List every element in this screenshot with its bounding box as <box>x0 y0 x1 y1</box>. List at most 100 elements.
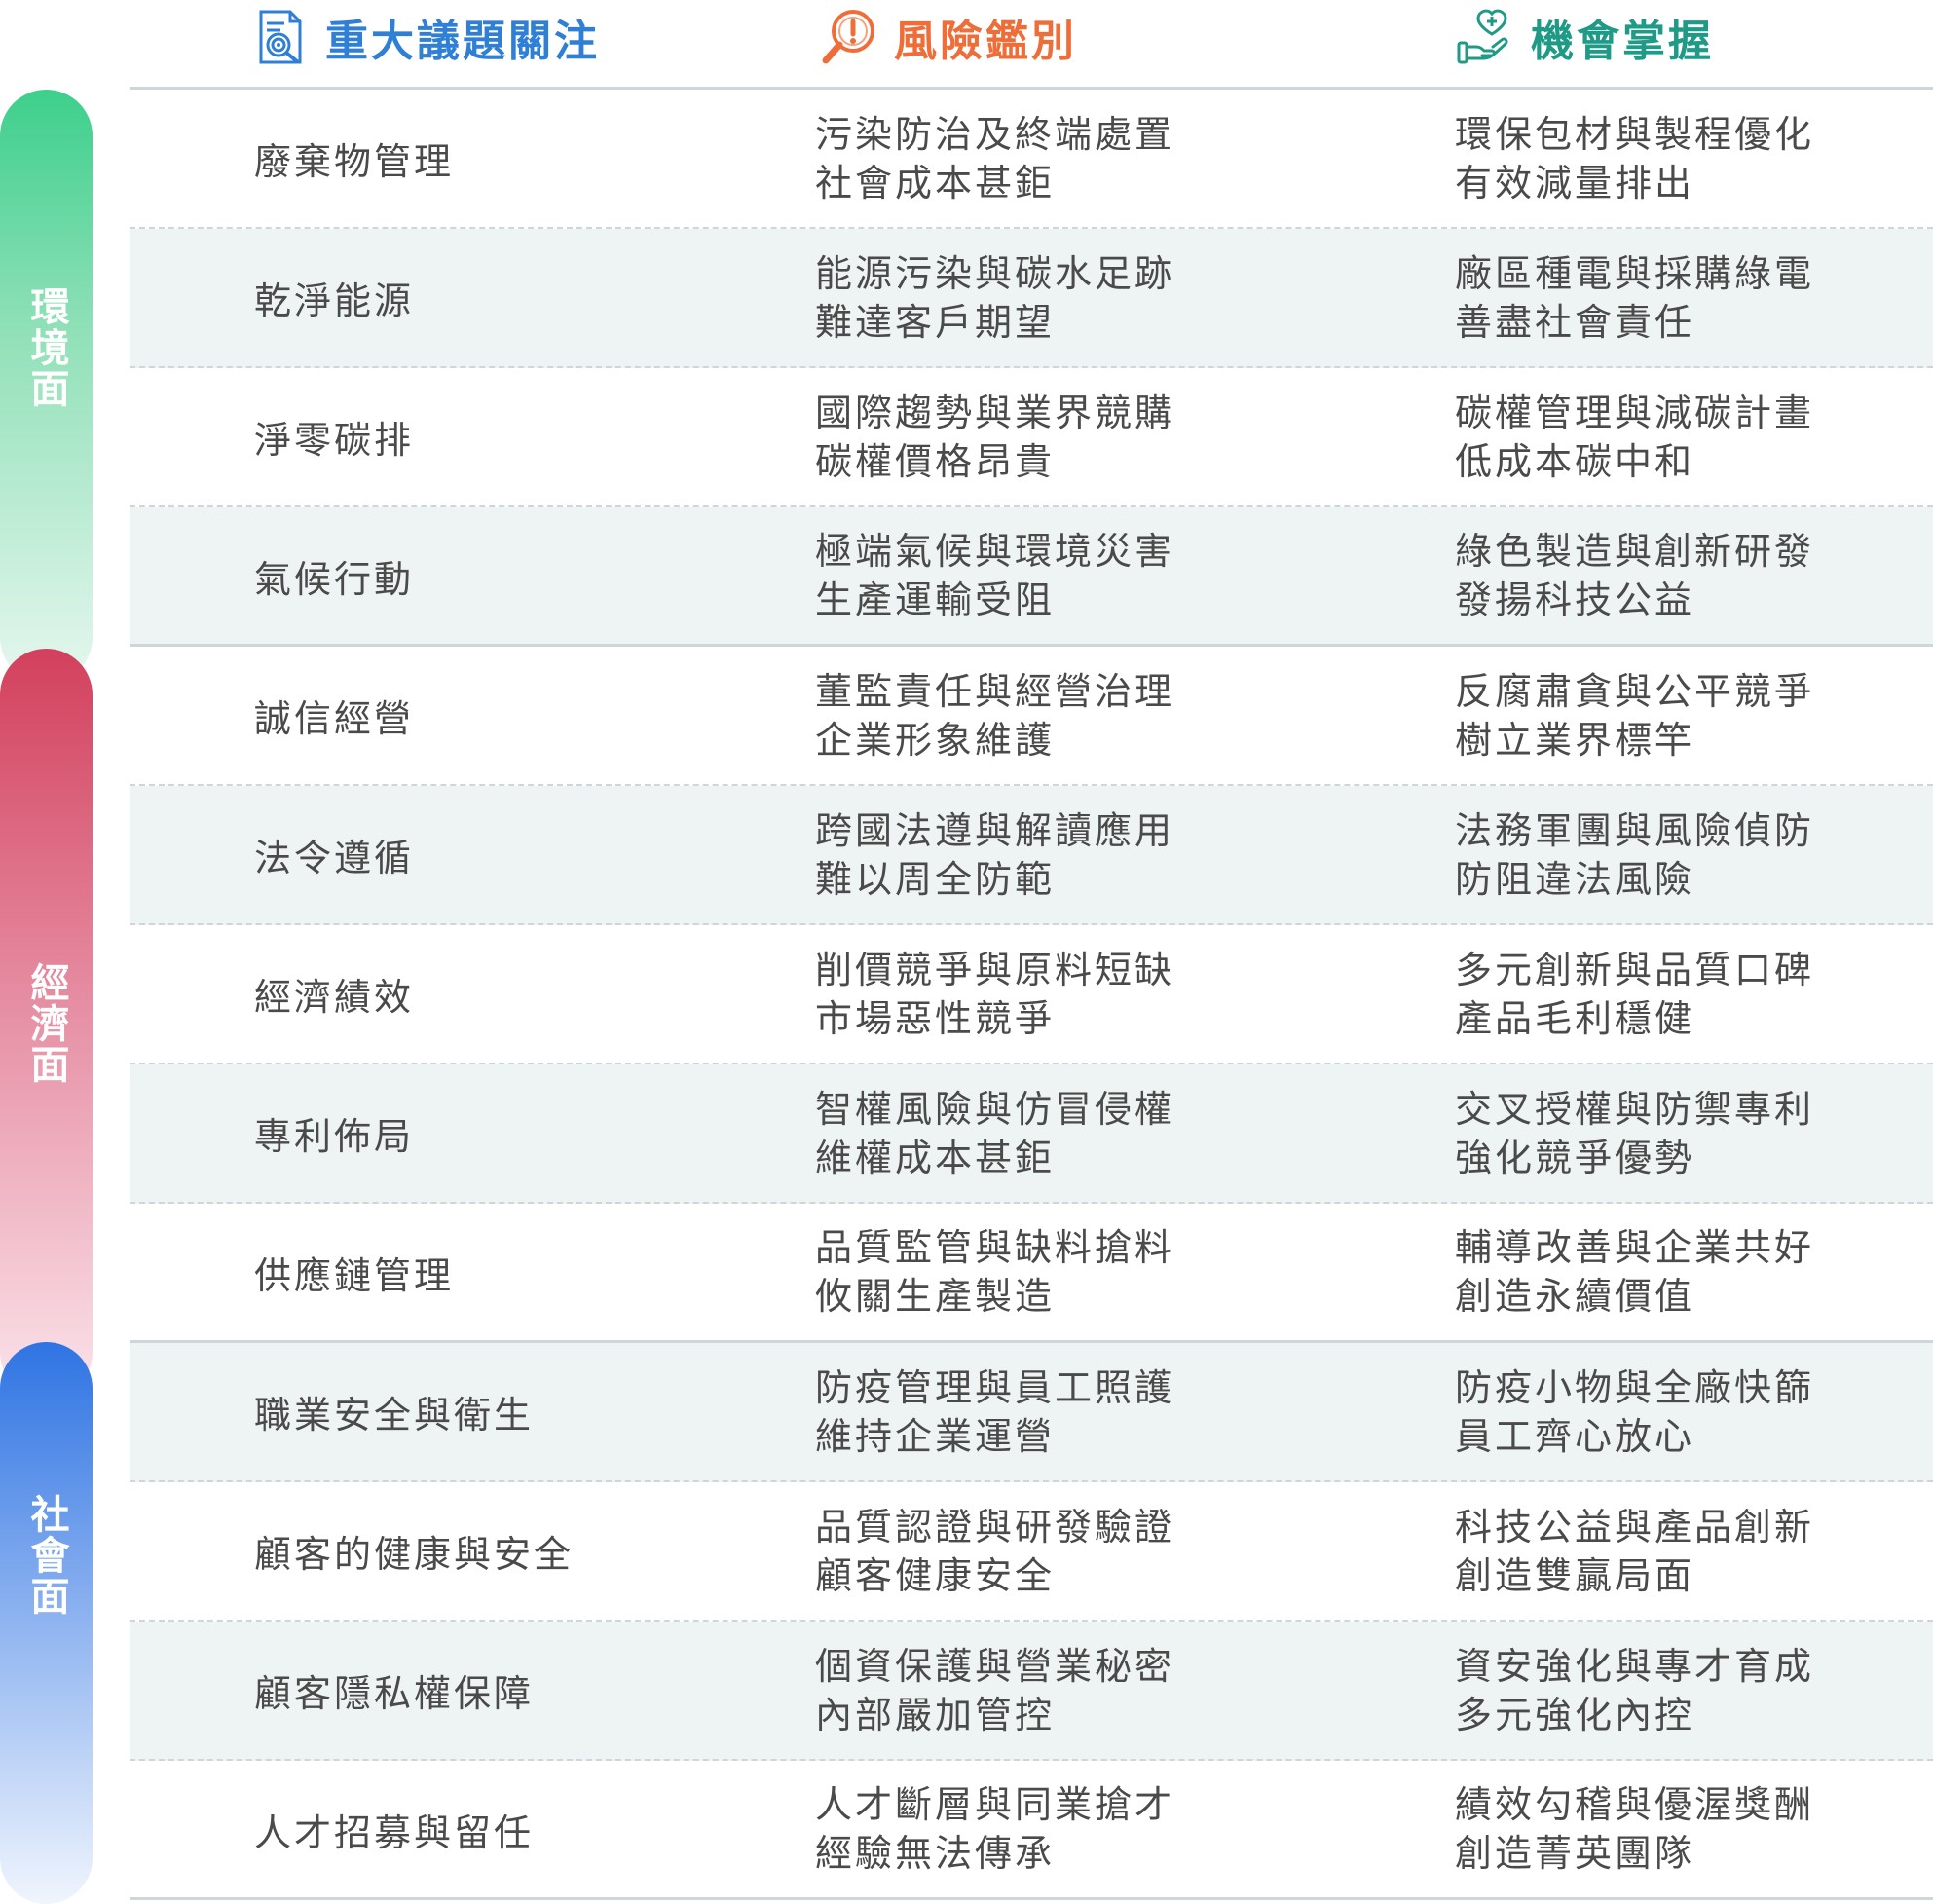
opportunity-line: 交叉授權與防禦專利 <box>1455 1087 1815 1131</box>
opportunity-cell: 碳權管理與減碳計畫 低成本碳中和 <box>1455 368 1814 505</box>
category-environment-label: 環境面 <box>23 286 69 409</box>
category-economy-label: 經濟面 <box>23 962 69 1085</box>
opportunity-line: 廠區種電與採購綠電 <box>1455 251 1815 295</box>
table-row: 供應鏈管理 品質監管與缺料搶料 攸關生產製造 輔導改善與企業共好 創造永續價值 <box>130 1204 1933 1343</box>
table-row: 職業安全與衛生 防疫管理與員工照護 維持企業運營 防疫小物與全廠快篩 員工齊心放心 <box>130 1343 1933 1482</box>
opportunity-cell: 反腐肅貪與公平競爭 樹立業界標竿 <box>1455 647 1814 784</box>
topic-cell: 氣候行動 <box>254 557 415 601</box>
topic-cell: 專利佈局 <box>254 1115 415 1158</box>
topic-cell: 乾淨能源 <box>254 280 415 322</box>
topic-cell: 誠信經營 <box>254 697 415 740</box>
risk-line: 難以周全防範 <box>815 857 1056 901</box>
risk-cell: 品質認證與研發驗證 顧客健康安全 <box>815 1482 1174 1620</box>
opportunity-line: 績效勾稽與優渥獎酬 <box>1455 1783 1815 1826</box>
category-economy-bar: 經濟面 <box>0 649 93 1399</box>
table-row: 人才招募與留任 人才斷層與同業搶才 經驗無法傳承 績效勾稽與優渥獎酬 創造菁英團隊 <box>130 1761 1933 1900</box>
topic-cell: 廢棄物管理 <box>254 140 455 183</box>
risk-line: 極端氣候與環境災害 <box>815 530 1175 573</box>
warning-magnifier-icon <box>822 10 874 64</box>
opportunity-line: 輔導改善與企業共好 <box>1455 1226 1815 1269</box>
table-row: 氣候行動 極端氣候與環境災害 生產運輸受阻 綠色製造與創新研發 發揚科技公益 <box>130 507 1933 647</box>
category-society-bar: 社會面 <box>0 1342 93 1904</box>
risk-cell: 能源污染與碳水足跡 難達客戶期望 <box>815 229 1174 366</box>
opportunity-cell: 防疫小物與全廠快篩 員工齊心放心 <box>1455 1343 1814 1480</box>
table-header: 重大議題關注 風險鑑別 機會掌握 <box>0 0 1933 88</box>
risk-cell: 人才斷層與同業搶才 經驗無法傳承 <box>815 1761 1174 1897</box>
risk-line: 顧客健康安全 <box>815 1553 1056 1597</box>
risk-line: 社會成本甚鉅 <box>815 161 1056 205</box>
opportunity-cell: 綠色製造與創新研發 發揚科技公益 <box>1455 507 1814 644</box>
opportunity-line: 產品毛利穩健 <box>1455 996 1695 1040</box>
table-row: 淨零碳排 國際趨勢與業界競購 碳權價格昂貴 碳權管理與減碳計畫 低成本碳中和 <box>130 368 1933 507</box>
risk-line: 經驗無法傳承 <box>815 1832 1056 1875</box>
opportunity-cell: 法務軍團與風險偵防 防阻違法風險 <box>1455 786 1814 923</box>
opportunity-cell: 廠區種電與採購綠電 善盡社會責任 <box>1455 229 1814 366</box>
topic-cell: 法令遵循 <box>254 837 415 879</box>
table-row: 乾淨能源 能源污染與碳水足跡 難達客戶期望 廠區種電與採購綠電 善盡社會責任 <box>130 229 1933 368</box>
topic-cell: 淨零碳排 <box>254 419 415 462</box>
table-row: 顧客隱私權保障 個資保護與營業秘密 內部嚴加管控 資安強化與專才育成 多元強化內控 <box>130 1622 1933 1761</box>
risk-cell: 防疫管理與員工照護 維持企業運營 <box>815 1343 1174 1480</box>
opportunity-cell: 交叉授權與防禦專利 強化競爭優勢 <box>1455 1064 1814 1202</box>
opportunity-line: 資安強化與專才育成 <box>1455 1644 1815 1688</box>
header-risk-label: 風險鑑別 <box>894 17 1077 66</box>
issue-table: 廢棄物管理 污染防治及終端處置 社會成本甚鉅 環保包材與製程優化 有效減量排出 乾淨… <box>130 90 1933 1900</box>
topic-cell: 經濟績效 <box>254 976 415 1019</box>
opportunity-line: 員工齊心放心 <box>1455 1414 1695 1458</box>
opportunity-line: 多元強化內控 <box>1455 1693 1695 1736</box>
risk-line: 維持企業運營 <box>815 1414 1056 1458</box>
header-topic-label: 重大議題關注 <box>325 17 600 66</box>
opportunity-line: 善盡社會責任 <box>1455 300 1695 344</box>
risk-cell: 極端氣候與環境災害 生產運輸受阻 <box>815 507 1174 644</box>
header-opportunity: 機會掌握 <box>1455 0 1714 74</box>
opportunity-line: 反腐肅貪與公平競爭 <box>1455 669 1815 713</box>
opportunity-line: 樹立業界標竿 <box>1455 718 1695 762</box>
risk-line: 難達客戶期望 <box>815 300 1056 344</box>
hand-heart-icon <box>1457 9 1508 64</box>
risk-cell: 污染防治及終端處置 社會成本甚鉅 <box>815 90 1174 227</box>
opportunity-line: 創造雙贏局面 <box>1455 1553 1695 1597</box>
header-topic: 重大議題關注 <box>249 0 600 74</box>
risk-line: 能源污染與碳水足跡 <box>815 251 1175 295</box>
risk-line: 智權風險與仿冒侵權 <box>815 1087 1175 1131</box>
table-row: 法令遵循 跨國法遵與解讀應用 難以周全防範 法務軍團與風險偵防 防阻違法風險 <box>130 786 1933 925</box>
risk-line: 市場惡性競爭 <box>815 996 1056 1040</box>
table-row: 廢棄物管理 污染防治及終端處置 社會成本甚鉅 環保包材與製程優化 有效減量排出 <box>130 90 1933 229</box>
opportunity-cell: 輔導改善與企業共好 創造永續價值 <box>1455 1204 1814 1340</box>
risk-line: 生產運輸受阻 <box>815 579 1056 621</box>
risk-line: 維權成本甚鉅 <box>815 1136 1056 1179</box>
opportunity-line: 發揚科技公益 <box>1455 579 1695 621</box>
opportunity-line: 多元創新與品質口碑 <box>1455 948 1815 991</box>
risk-cell: 董監責任與經營治理 企業形象維護 <box>815 647 1174 784</box>
opportunity-line: 法務軍團與風險偵防 <box>1455 808 1815 852</box>
topic-cell: 職業安全與衛生 <box>254 1394 535 1437</box>
opportunity-line: 強化競爭優勢 <box>1455 1136 1695 1179</box>
risk-line: 削價競爭與原料短缺 <box>815 948 1175 991</box>
opportunity-cell: 科技公益與產品創新 創造雙贏局面 <box>1455 1482 1814 1620</box>
header-risk: 風險鑑別 <box>818 0 1077 74</box>
opportunity-cell: 績效勾稽與優渥獎酬 創造菁英團隊 <box>1455 1761 1814 1897</box>
table-row: 誠信經營 董監責任與經營治理 企業形象維護 反腐肅貪與公平競爭 樹立業界標竿 <box>130 647 1933 786</box>
risk-cell: 跨國法遵與解讀應用 難以周全防範 <box>815 786 1174 923</box>
table-row: 專利佈局 智權風險與仿冒侵權 維權成本甚鉅 交叉授權與防禦專利 強化競爭優勢 <box>130 1064 1933 1204</box>
topic-cell: 人才招募與留任 <box>254 1811 535 1854</box>
opportunity-line: 碳權管理與減碳計畫 <box>1455 391 1815 434</box>
risk-line: 國際趨勢與業界競購 <box>815 391 1175 434</box>
risk-line: 跨國法遵與解讀應用 <box>815 808 1175 852</box>
header-opportunity-label: 機會掌握 <box>1531 17 1714 66</box>
risk-cell: 品質監管與缺料搶料 攸關生產製造 <box>815 1204 1174 1340</box>
topic-cell: 顧客隱私權保障 <box>254 1672 535 1715</box>
opportunity-cell: 資安強化與專才育成 多元強化內控 <box>1455 1622 1814 1759</box>
risk-line: 品質認證與研發驗證 <box>815 1505 1175 1549</box>
risk-line: 企業形象維護 <box>815 718 1056 762</box>
opportunity-line: 綠色製造與創新研發 <box>1455 530 1815 573</box>
risk-line: 人才斷層與同業搶才 <box>815 1783 1175 1826</box>
report-icon <box>259 10 302 64</box>
risk-line: 內部嚴加管控 <box>815 1693 1056 1736</box>
topic-cell: 顧客的健康與安全 <box>254 1533 575 1576</box>
risk-line: 品質監管與缺料搶料 <box>815 1226 1175 1269</box>
topic-cell: 供應鏈管理 <box>254 1253 455 1297</box>
risk-line: 攸關生產製造 <box>815 1275 1056 1318</box>
risk-line: 董監責任與經營治理 <box>815 669 1175 713</box>
risk-line: 防疫管理與員工照護 <box>815 1365 1175 1409</box>
